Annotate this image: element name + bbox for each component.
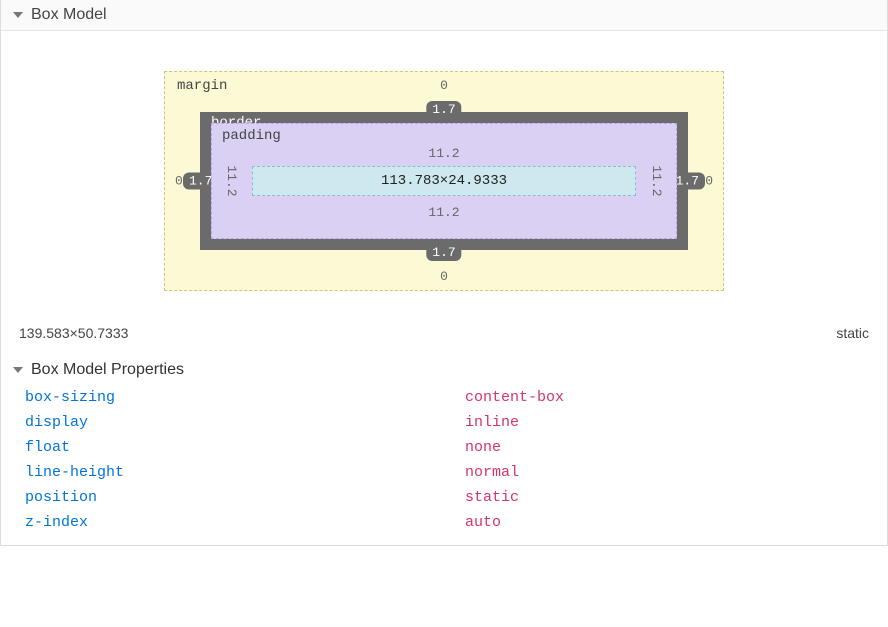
property-row[interactable]: z-index auto: [1, 510, 887, 535]
border-top-value[interactable]: 1.7: [426, 101, 461, 118]
margin-top-value[interactable]: 0: [440, 78, 448, 93]
box-model-section-header[interactable]: Box Model: [1, 0, 887, 31]
padding-label: padding: [222, 128, 281, 144]
property-name: line-height: [25, 464, 465, 481]
box-model-properties-header[interactable]: Box Model Properties: [1, 357, 887, 383]
property-name: float: [25, 439, 465, 456]
section-title: Box Model Properties: [31, 361, 184, 379]
element-dimensions: 139.583×50.7333: [19, 325, 128, 341]
property-value: content-box: [465, 389, 564, 406]
box-model-diagram: margin 0 0 0 0 border 1.7 1.7 1.7 1.7 pa…: [1, 31, 887, 317]
property-row[interactable]: position static: [1, 485, 887, 510]
property-value: none: [465, 439, 501, 456]
padding-top-value[interactable]: 11.2: [428, 146, 459, 161]
element-position-scheme: static: [836, 325, 869, 341]
margin-bottom-value[interactable]: 0: [440, 269, 448, 284]
section-title: Box Model: [31, 6, 107, 24]
padding-left-value[interactable]: 11.2: [224, 165, 239, 196]
property-name: position: [25, 489, 465, 506]
box-model-panel: Box Model margin 0 0 0 0 border 1.7 1.7 …: [0, 0, 888, 546]
margin-region[interactable]: margin 0 0 0 0 border 1.7 1.7 1.7 1.7 pa…: [164, 71, 724, 291]
property-row[interactable]: box-sizing content-box: [1, 385, 887, 410]
margin-label: margin: [177, 78, 227, 94]
content-dimensions: 113.783×24.9333: [381, 173, 507, 189]
property-value: normal: [465, 464, 519, 481]
border-region[interactable]: border 1.7 1.7 1.7 1.7 padding 11.2 11.2…: [200, 112, 688, 250]
padding-region[interactable]: padding 11.2 11.2 11.2 11.2 113.783×24.9…: [211, 123, 677, 239]
property-name: box-sizing: [25, 389, 465, 406]
element-info-row: 139.583×50.7333 static: [1, 317, 887, 357]
property-row[interactable]: display inline: [1, 410, 887, 435]
padding-right-value[interactable]: 11.2: [649, 165, 664, 196]
property-name: display: [25, 414, 465, 431]
margin-right-value[interactable]: 0: [705, 174, 713, 189]
property-value: inline: [465, 414, 519, 431]
property-value: static: [465, 489, 519, 506]
chevron-down-icon: [13, 367, 23, 373]
border-bottom-value[interactable]: 1.7: [426, 244, 461, 261]
property-value: auto: [465, 514, 501, 531]
property-row[interactable]: line-height normal: [1, 460, 887, 485]
properties-list: box-sizing content-box display inline fl…: [1, 383, 887, 545]
padding-bottom-value[interactable]: 11.2: [428, 205, 459, 220]
property-name: z-index: [25, 514, 465, 531]
chevron-down-icon: [13, 12, 23, 18]
margin-left-value[interactable]: 0: [175, 174, 183, 189]
content-region[interactable]: 113.783×24.9333: [252, 166, 636, 196]
property-row[interactable]: float none: [1, 435, 887, 460]
